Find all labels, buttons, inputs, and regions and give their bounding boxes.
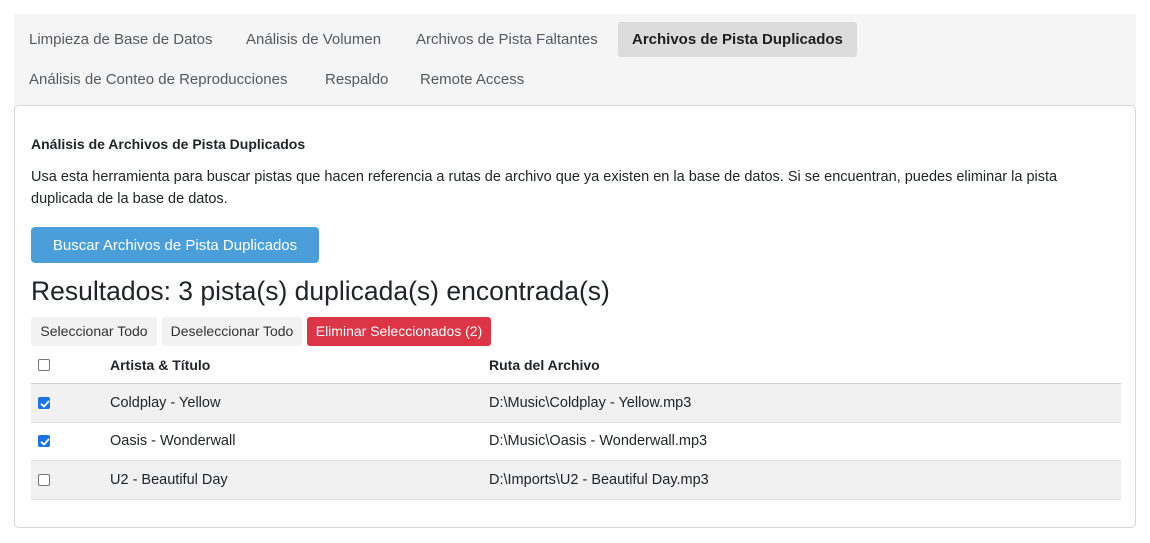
checkmark-icon <box>40 400 50 408</box>
delete-selected-button[interactable]: Eliminar Seleccionados (2) <box>307 317 491 346</box>
duplicates-table: Artista & Título Ruta del Archivo Coldpl… <box>31 346 1121 500</box>
tab-database-cleanup[interactable]: Limpieza de Base de Datos <box>15 22 226 57</box>
row-checkbox[interactable] <box>38 435 50 448</box>
tab-volume-analysis[interactable]: Análisis de Volumen <box>232 22 395 57</box>
row-file-path: D:\Imports\U2 - Beautiful Day.mp3 <box>489 471 709 488</box>
scan-duplicates-button[interactable]: Buscar Archivos de Pista Duplicados <box>31 227 319 263</box>
tab-bar: Limpieza de Base de Datos Análisis de Vo… <box>14 14 1136 106</box>
table-header-row: Artista & Título Ruta del Archivo <box>31 346 1121 384</box>
tab-play-count-analysis[interactable]: Análisis de Conteo de Reproducciones <box>15 62 302 97</box>
panel-heading: Análisis de Archivos de Pista Duplicados <box>31 136 306 152</box>
results-title: Resultados: 3 pista(s) duplicada(s) enco… <box>31 276 610 306</box>
row-checkbox[interactable] <box>38 473 50 486</box>
deselect-all-button[interactable]: Deseleccionar Todo <box>162 317 302 346</box>
tab-missing-track-files[interactable]: Archivos de Pista Faltantes <box>402 22 612 57</box>
table-row: U2 - Beautiful Day D:\Imports\U2 - Beaut… <box>31 461 1121 500</box>
table-row: Oasis - Wonderwall D:\Music\Oasis - Wond… <box>31 423 1121 461</box>
row-artist-title: Oasis - Wonderwall <box>110 433 236 450</box>
column-header-artist-title: Artista & Título <box>110 356 211 373</box>
checkmark-icon <box>40 438 50 446</box>
row-checkbox[interactable] <box>38 396 50 409</box>
table-row: Coldplay - Yellow D:\Music\Coldplay - Ye… <box>31 384 1121 423</box>
row-file-path: D:\Music\Oasis - Wonderwall.mp3 <box>489 433 708 450</box>
row-artist-title: Coldplay - Yellow <box>110 394 221 411</box>
row-artist-title: U2 - Beautiful Day <box>110 471 228 488</box>
row-file-path: D:\Music\Coldplay - Yellow.mp3 <box>489 394 692 411</box>
tab-duplicate-track-files[interactable]: Archivos de Pista Duplicados <box>618 22 857 57</box>
column-header-file-path: Ruta del Archivo <box>489 356 600 373</box>
tab-backup[interactable]: Respaldo <box>311 62 402 97</box>
duplicate-files-panel: Análisis de Archivos de Pista Duplicados… <box>14 105 1136 528</box>
select-all-checkbox[interactable] <box>38 358 50 371</box>
select-all-button[interactable]: Seleccionar Todo <box>31 317 157 346</box>
tab-remote-access[interactable]: Remote Access <box>406 62 538 97</box>
panel-description: Usa esta herramienta para buscar pistas … <box>31 169 1058 207</box>
